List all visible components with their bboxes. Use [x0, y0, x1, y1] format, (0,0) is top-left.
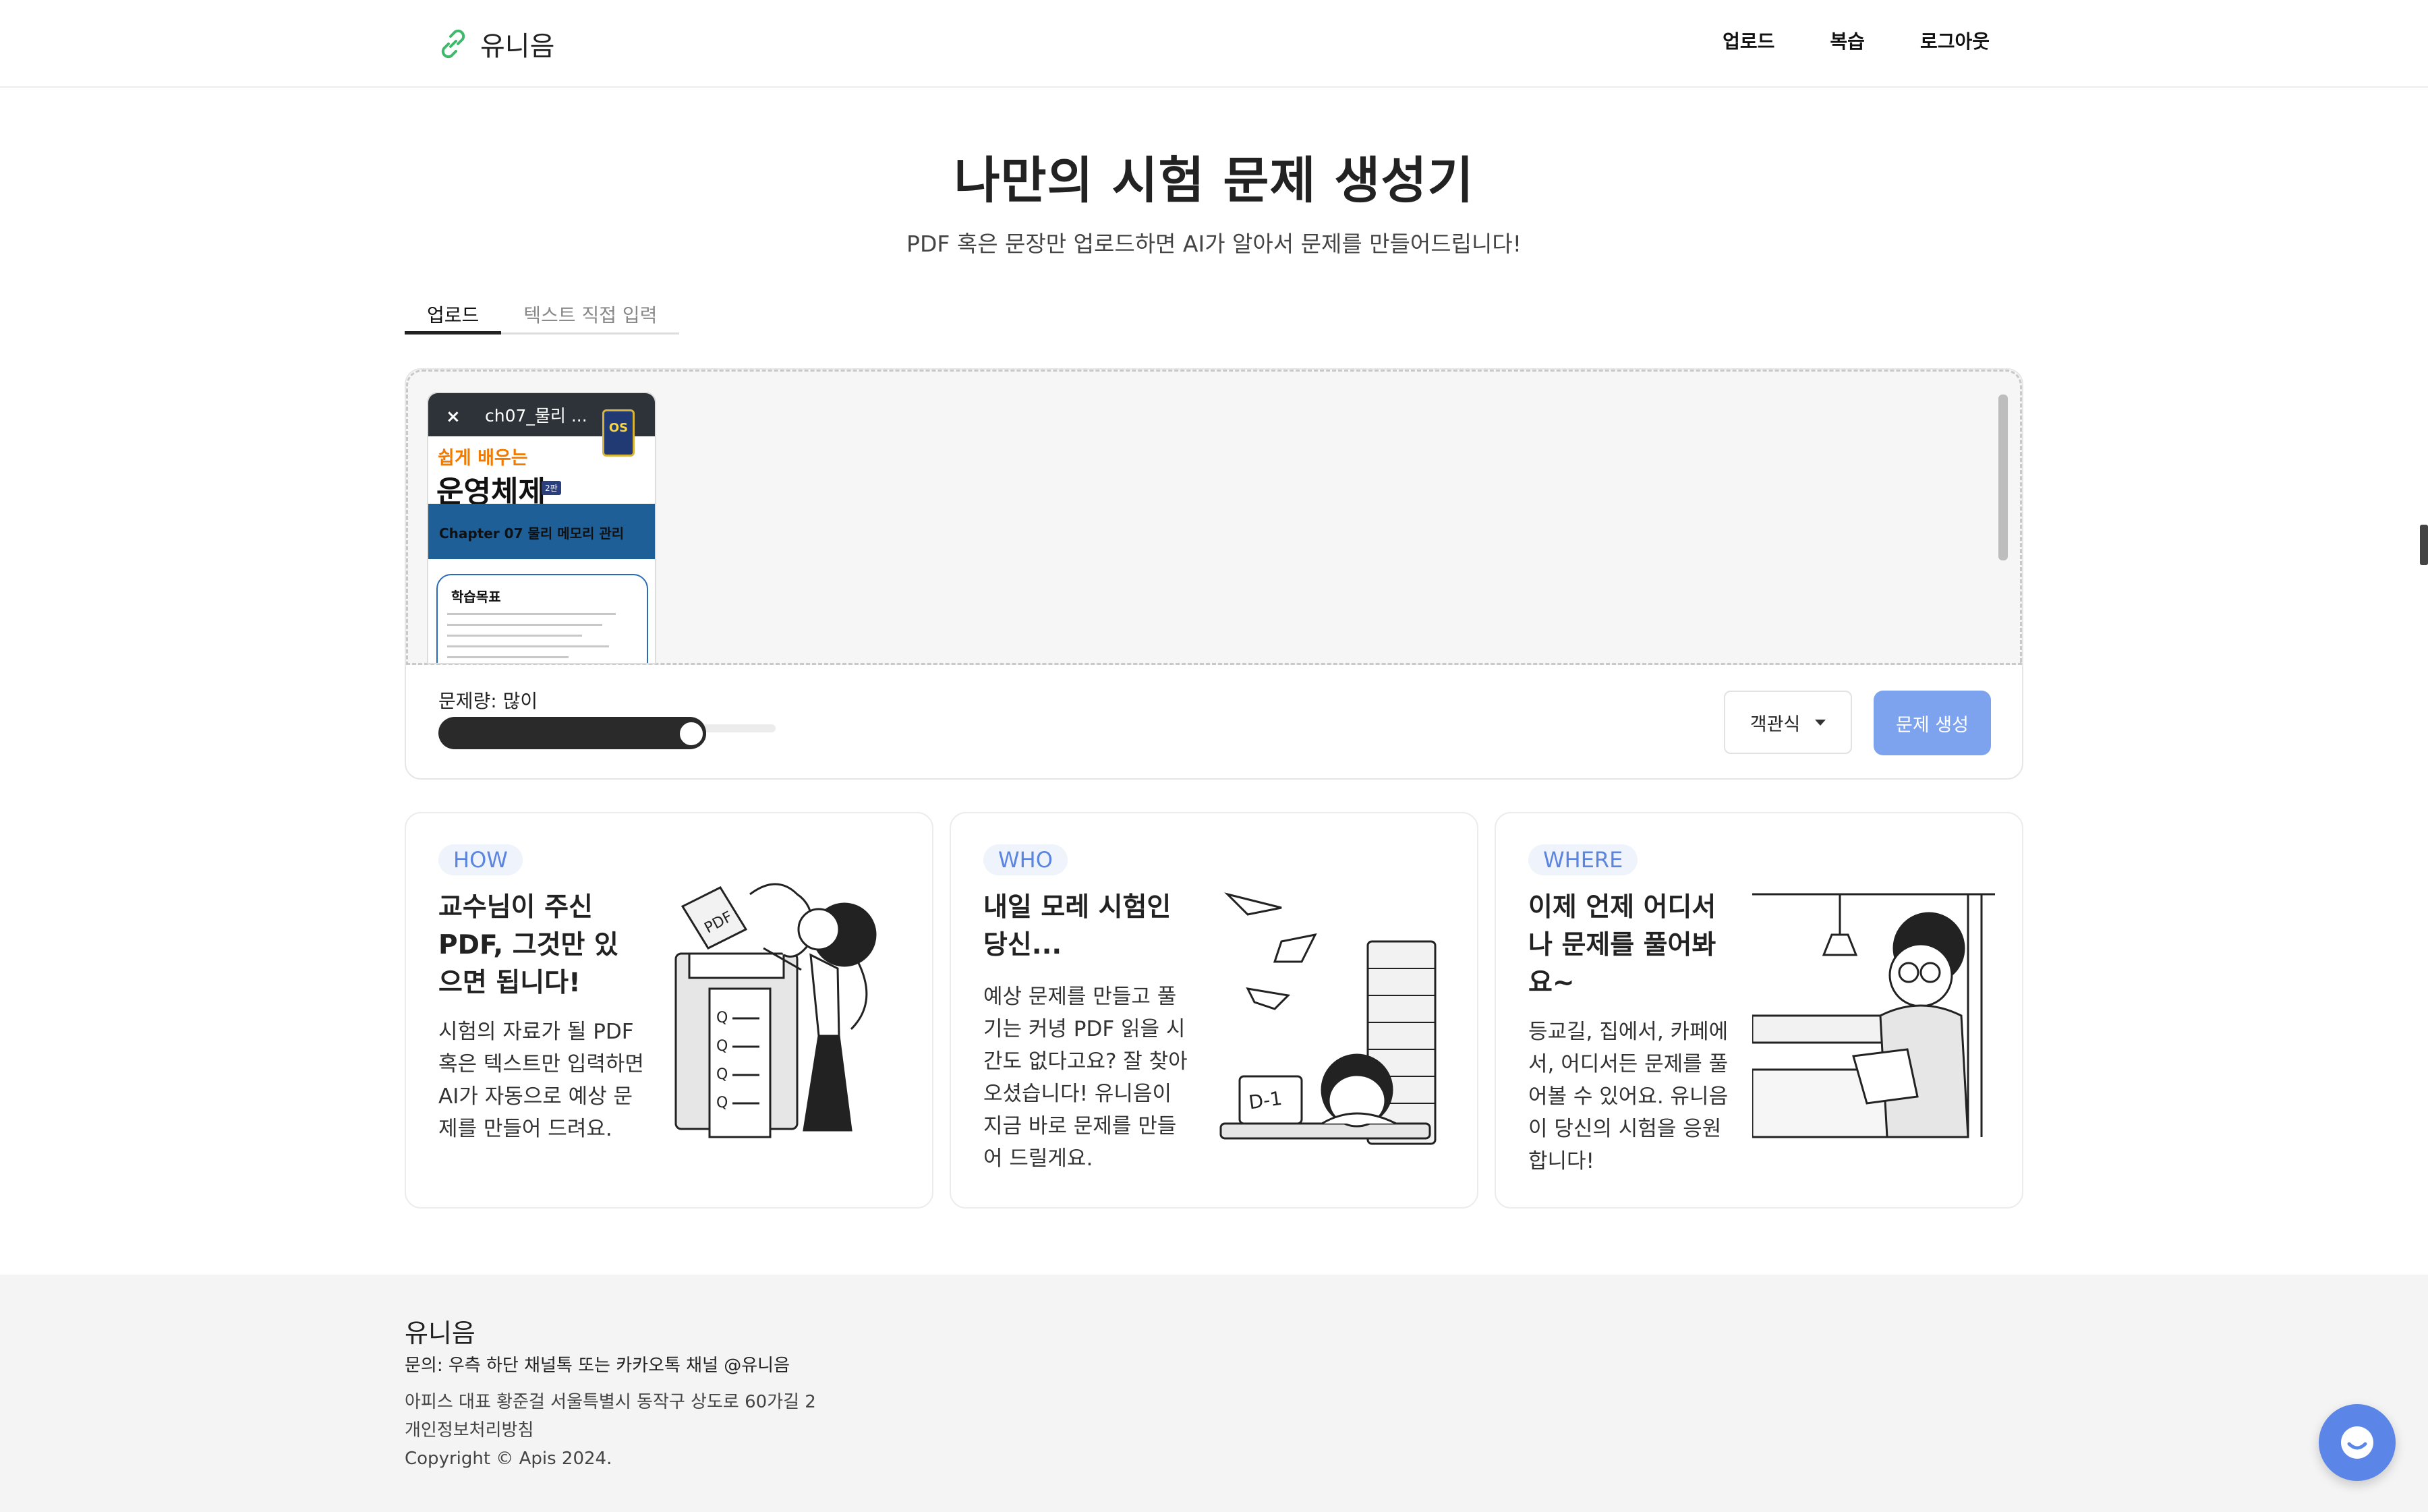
book-badge: OS: [602, 409, 635, 457]
feature-card-how: HOW 교수님이 주신 PDF, 그것만 있으면 됩니다! 시험의 자료가 될 …: [405, 812, 933, 1209]
thumb-text-line: [447, 624, 602, 626]
thumb-goals-title: 학습목표: [451, 589, 501, 605]
tired-student-illustration: D-1: [1219, 892, 1437, 1145]
thumb-text-line: [447, 613, 616, 615]
chat-icon: [2341, 1426, 2373, 1459]
illus-q-mark: Q: [716, 1066, 728, 1083]
brand-logo[interactable]: 유니음: [436, 24, 554, 63]
illus-q-mark: Q: [716, 1095, 728, 1111]
thumb-text-line: [447, 645, 609, 647]
thumb-chapter: Chapter 07 물리 메모리 관리: [439, 525, 625, 542]
privacy-policy-link[interactable]: 개인정보처리방침: [405, 1416, 816, 1445]
caret-down-icon: [1815, 719, 1826, 726]
quantity-label: 문제량: 많이: [438, 690, 538, 712]
top-nav: 유니음 업로드 복습 로그아웃: [0, 0, 2428, 88]
illus-d1-label: D-1: [1247, 1087, 1283, 1114]
uploaded-file-card: × ch07_물리 ... OS 쉽게 배우는 운영체제 2판 Chapter …: [427, 392, 656, 664]
remove-file-icon[interactable]: ×: [446, 407, 461, 427]
card-body: 예상 문제를 만들고 풀기는 커녕 PDF 읽을 시간도 없다고요? 잘 찾아오…: [983, 985, 1188, 1171]
card-title: 교수님이 주신 PDF, 그것만 있으면 됩니다!: [438, 892, 618, 998]
link-icon: [441, 29, 465, 59]
illus-q-mark: Q: [716, 1010, 728, 1026]
tab-upload[interactable]: 업로드: [405, 297, 502, 335]
card-tag: HOW: [438, 844, 523, 875]
question-type-select[interactable]: 객관식: [1724, 691, 1852, 754]
brand-name: 유니음: [480, 31, 555, 62]
subway-student-illustration: [1752, 893, 1995, 1138]
footer-copyright: Copyright © Apis 2024.: [405, 1449, 612, 1469]
page-title: 나만의 시험 문제 생성기: [954, 152, 1474, 210]
feature-card-where: WHERE 이제 언제 어디서나 문제를 풀어봐요~ 등교길, 집에서, 카페에…: [1495, 812, 2023, 1209]
page-scrollbar[interactable]: [2420, 525, 2428, 565]
feature-card-who: WHO 내일 모레 시험인 당신... 예상 문제를 만들고 풀기는 커녕 PD…: [950, 812, 1478, 1209]
shredder-illustration: PDF Q Q Q Q: [674, 883, 877, 1138]
dropzone-scrollbar[interactable]: [1998, 395, 2008, 560]
page-subtitle: PDF 혹은 문장만 업로드하면 AI가 알아서 문제를 만들어드립니다!: [906, 231, 1522, 257]
card-body: 시험의 자료가 될 PDF 혹은 텍스트만 입력하면 AI가 자동으로 예상 문…: [438, 1020, 644, 1141]
question-type-value: 객관식: [1750, 714, 1801, 735]
chat-button[interactable]: [2319, 1404, 2396, 1481]
footer-address: 아피스 대표 황준걸 서울특별시 동작구 상도로 60가길 2: [405, 1392, 816, 1412]
tab-text-input[interactable]: 텍스트 직접 입력: [501, 297, 680, 335]
nav-links: 업로드 복습 로그아웃: [1723, 27, 1990, 54]
footer-info: 아피스 대표 황준걸 서울특별시 동작구 상도로 60가길 2 개인정보처리방침…: [405, 1388, 816, 1473]
nav-logout-link[interactable]: 로그아웃: [1920, 27, 1990, 54]
illus-q-mark: Q: [716, 1038, 728, 1055]
generate-button[interactable]: 문제 생성: [1874, 691, 1991, 755]
nav-upload-link[interactable]: 업로드: [1723, 27, 1774, 54]
footer-contact: 문의: 우측 하단 채널톡 또는 카카오톡 채널 @유니음: [405, 1356, 790, 1376]
card-tag: WHERE: [1528, 844, 1638, 875]
footer: 유니음 문의: 우측 하단 채널톡 또는 카카오톡 채널 @유니음 아피스 대표…: [0, 1275, 2428, 1512]
file-dropzone[interactable]: × ch07_물리 ... OS 쉽게 배우는 운영체제 2판 Chapter …: [406, 370, 2022, 665]
file-name: ch07_물리 ...: [485, 406, 587, 426]
card-body: 등교길, 집에서, 카페에서, 어디서든 문제를 풀어볼 수 있어요. 유니음이…: [1528, 1020, 1729, 1173]
thumb-edition: 2판: [542, 481, 561, 495]
footer-brand: 유니음: [405, 1318, 475, 1348]
quantity-slider-thumb[interactable]: [676, 719, 706, 749]
card-title: 내일 모레 시험인 당신...: [983, 892, 1172, 960]
thumb-subtitle: 쉽게 배우는: [438, 448, 528, 469]
thumb-text-line: [447, 656, 569, 658]
card-title: 이제 언제 어디서나 문제를 풀어봐요~: [1528, 892, 1716, 998]
thumb-text-line: [447, 635, 582, 637]
nav-review-link[interactable]: 복습: [1830, 27, 1865, 54]
card-tag: WHO: [983, 844, 1068, 875]
quantity-slider-fill: [438, 717, 706, 749]
input-tabs: 업로드 텍스트 직접 입력: [405, 297, 680, 335]
upload-panel: × ch07_물리 ... OS 쉽게 배우는 운영체제 2판 Chapter …: [405, 368, 2023, 780]
